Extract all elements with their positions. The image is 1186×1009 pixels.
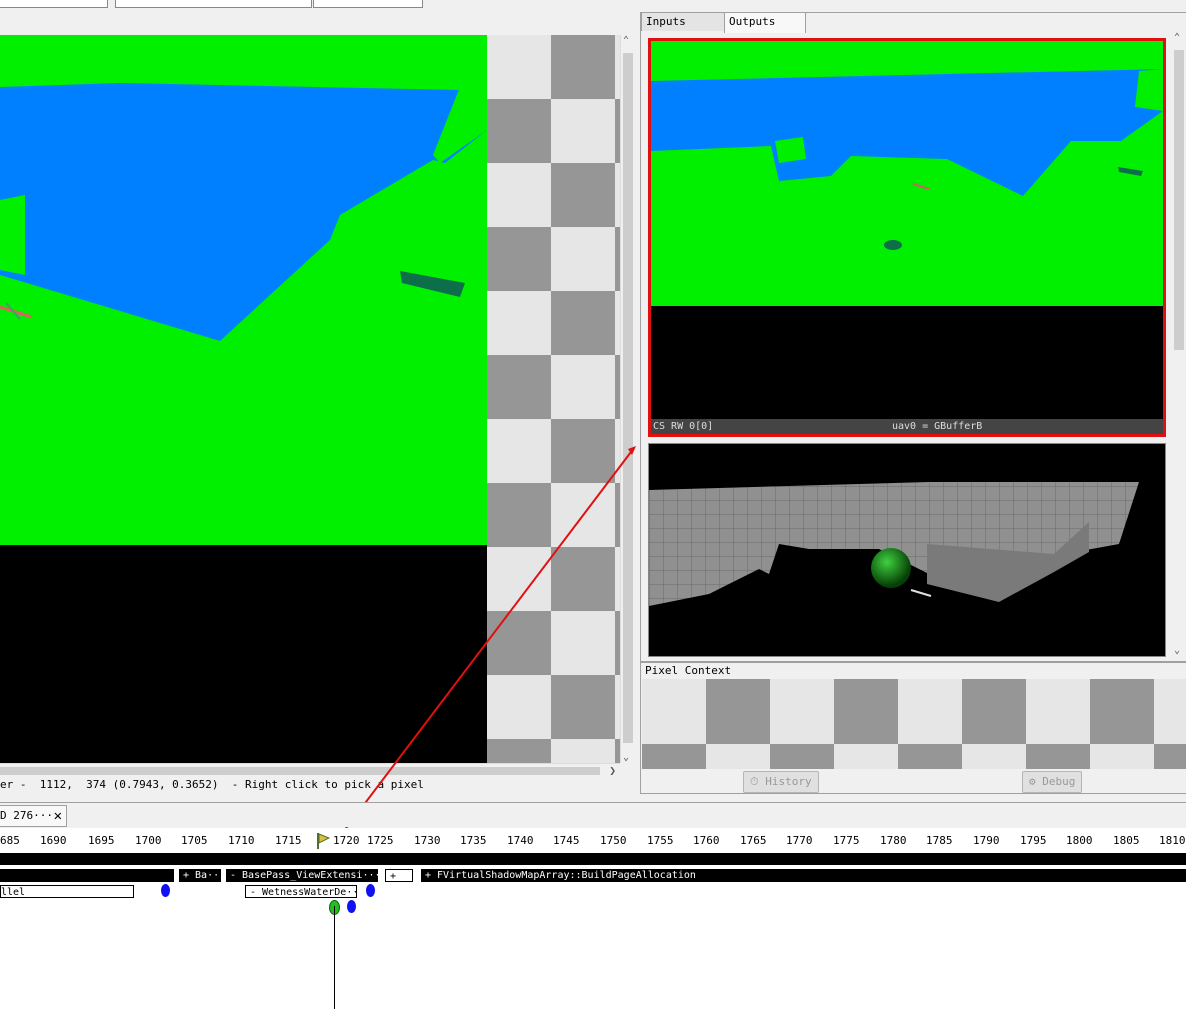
- tab-label: D 276···: [0, 809, 53, 822]
- pixel-context-panel: Pixel Context ⏱ History ⚙ Debug: [640, 662, 1186, 794]
- thumbnail-image: [649, 482, 1165, 606]
- toolbar-slider[interactable]: [115, 0, 312, 8]
- viewer-horizontal-scrollbar[interactable]: ❯: [0, 763, 620, 778]
- top-toolbar-strip: [0, 0, 640, 10]
- timeline-body[interactable]: + Ba··· - BasePass_ViewExtensi··· + + FV…: [0, 850, 1186, 1009]
- timeline-marker-vsm[interactable]: + FVirtualShadowMapArray::BuildPageAlloc…: [421, 869, 1186, 882]
- timeline-marker[interactable]: +: [385, 869, 413, 882]
- debug-icon: ⚙: [1029, 775, 1036, 788]
- timeline-marker-basepass[interactable]: - BasePass_ViewExtensi···: [226, 869, 378, 882]
- ruler-tick: 1755: [647, 834, 674, 847]
- toolbar-field[interactable]: [0, 0, 108, 8]
- ruler-tick: 1705: [181, 834, 208, 847]
- scroll-down-icon[interactable]: ⌄: [1174, 645, 1180, 656]
- transparency-checkerboard: [487, 35, 620, 763]
- viewer-vertical-scrollbar[interactable]: ⌃ ⌄: [620, 35, 635, 763]
- ruler-tick: 1720: [333, 834, 360, 847]
- tab-outputs[interactable]: Outputs: [724, 12, 806, 33]
- texture-image: [0, 35, 487, 763]
- ruler-tick: 1740: [507, 834, 534, 847]
- event-marker[interactable]: [161, 884, 170, 897]
- history-icon: ⏱: [750, 775, 759, 788]
- ruler-tick: 1810: [1159, 834, 1186, 847]
- thumbnail-label-bar: CS RW 0[0] uav0 = GBufferB: [651, 419, 1163, 434]
- ruler-tick: 1760: [693, 834, 720, 847]
- ruler-tick: 1795: [1020, 834, 1047, 847]
- current-event-flag-icon[interactable]: [316, 833, 330, 849]
- scroll-thumb[interactable]: [0, 767, 600, 775]
- ruler-tick: 1745: [553, 834, 580, 847]
- ruler-tick: 1715: [275, 834, 302, 847]
- close-icon[interactable]: ✕: [54, 806, 62, 826]
- ruler-tick: 1700: [135, 834, 162, 847]
- scroll-thumb[interactable]: [623, 53, 633, 743]
- ruler-tick: 1770: [786, 834, 813, 847]
- texture-viewer[interactable]: [0, 35, 487, 763]
- toolbar-field[interactable]: [313, 0, 423, 8]
- thumbnail-slot-label: CS RW 0[0]: [653, 421, 714, 432]
- ruler-tick: 1710: [228, 834, 255, 847]
- ruler-tick: 1690: [40, 834, 67, 847]
- scroll-thumb[interactable]: [1174, 50, 1184, 350]
- event-marker[interactable]: [347, 900, 356, 913]
- output-thumbnail[interactable]: [648, 443, 1166, 657]
- ruler-tick: 1735: [460, 834, 487, 847]
- tab-event-browser[interactable]: D 276··· ✕: [0, 805, 67, 827]
- ruler-tick: 1725: [367, 834, 394, 847]
- timeline-ruler[interactable]: 685 1690 1695 1700 1705 1710 1715 1720 1…: [0, 828, 1186, 850]
- tab-inputs[interactable]: Inputs: [641, 12, 725, 31]
- ruler-tick: 1730: [414, 834, 441, 847]
- scroll-down-icon[interactable]: ⌄: [623, 752, 629, 763]
- debug-button-label: Debug: [1042, 775, 1076, 788]
- timeline-marker-wetness[interactable]: - WetnessWaterDe···: [245, 885, 357, 898]
- history-button[interactable]: ⏱ History: [743, 771, 819, 793]
- scroll-up-icon[interactable]: ⌃: [1174, 32, 1180, 43]
- timeline-marker-parallel[interactable]: llel: [0, 885, 134, 898]
- scroll-up-icon[interactable]: ⌃: [623, 35, 629, 46]
- ruler-tick: 1775: [833, 834, 860, 847]
- ruler-tick: 1785: [926, 834, 953, 847]
- thumbnail-pane-scrollbar[interactable]: ⌃ ⌄: [1172, 30, 1186, 658]
- ruler-tick: 685: [0, 834, 20, 847]
- pixel-status-text: er - 1112, 374 (0.7943, 0.3652) - Right …: [0, 778, 424, 791]
- thumbnail-image: [651, 41, 1163, 419]
- ruler-tick: 1790: [973, 834, 1000, 847]
- ruler-tick: 1780: [880, 834, 907, 847]
- event-marker[interactable]: [366, 884, 375, 897]
- timeline-tab-strip: D 276··· ✕: [0, 802, 1186, 827]
- thumbnail-resource-label: uav0 = GBufferB: [892, 421, 983, 432]
- ruler-tick: 1765: [740, 834, 767, 847]
- pixel-context-title: Pixel Context: [645, 664, 732, 677]
- ruler-tick: 1750: [600, 834, 627, 847]
- scroll-right-icon[interactable]: ❯: [609, 764, 616, 777]
- ruler-tick: 1695: [88, 834, 115, 847]
- current-event-line: [334, 906, 335, 1009]
- history-button-label: History: [765, 775, 812, 788]
- pixel-context-zoom[interactable]: [642, 679, 1186, 769]
- ruler-tick: 1800: [1066, 834, 1093, 847]
- timeline-root-bar[interactable]: [0, 853, 1186, 865]
- timeline-marker[interactable]: + Ba···: [179, 869, 221, 882]
- ruler-tick: 1805: [1113, 834, 1140, 847]
- timeline-marker[interactable]: [0, 869, 174, 882]
- debug-button[interactable]: ⚙ Debug: [1022, 771, 1083, 793]
- output-thumbnail-selected[interactable]: CS RW 0[0] uav0 = GBufferB: [648, 38, 1166, 437]
